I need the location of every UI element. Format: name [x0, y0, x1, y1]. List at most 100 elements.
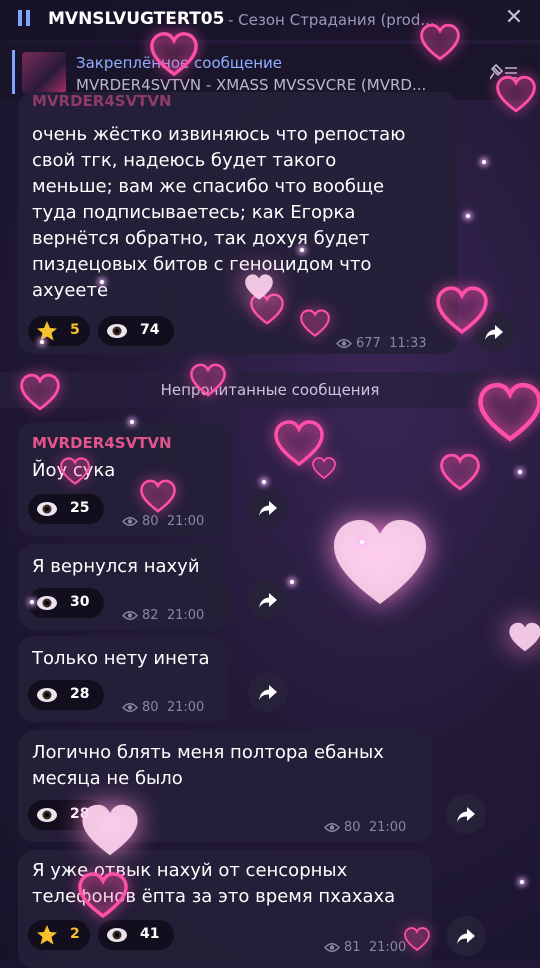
message-text: Я уже отвык нахуй от сенсорных телефонов… — [32, 858, 395, 910]
reaction-count: 28 — [70, 806, 90, 822]
message-line: месяца не было — [32, 768, 183, 789]
eye-emoji-icon — [37, 808, 57, 822]
view-count: 80 — [142, 700, 159, 715]
message-line: Я вернулся нахуй — [32, 556, 200, 577]
message-bubble[interactable]: Логично блять меня полтора ебаных месяца… — [18, 730, 432, 842]
reaction-eye[interactable]: 25 — [28, 494, 104, 524]
heart-decoration-icon — [312, 456, 336, 480]
message-line: вернётся обратно, так дохуя будет — [32, 228, 370, 249]
channel-title[interactable]: MVNSLVUGTERT05 — [48, 9, 224, 29]
message-line: туда подписываетесь; как Егорка — [32, 202, 356, 223]
now-playing-subtitle[interactable]: - Сезон Страдания (prod... — [228, 11, 503, 29]
share-button[interactable] — [474, 312, 514, 352]
message-line: очень жёстко извиняюсь что репостаю — [32, 124, 406, 145]
sparkle-decoration — [482, 160, 486, 164]
heart-decoration-icon — [440, 452, 480, 492]
sparkle-decoration — [100, 280, 104, 284]
views-eye-icon — [336, 339, 352, 348]
share-button[interactable] — [446, 794, 486, 834]
message-bubble[interactable]: Я уже отвык нахуй от сенсорных телефонов… — [18, 850, 432, 968]
close-icon[interactable]: ✕ — [502, 6, 526, 30]
message-time: 21:00 — [166, 514, 205, 529]
reaction-eye[interactable]: 41 — [98, 920, 174, 950]
sparkle-decoration — [360, 540, 364, 544]
sparkle-decoration — [300, 248, 304, 252]
star-emoji-icon — [37, 321, 57, 341]
message-meta: 80 21:00 — [324, 820, 406, 835]
message-bubble[interactable]: MVRDER4SVTVN Йоу сука 25 80 21:00 — [18, 422, 230, 536]
message-line: пиздецовых битов с геноцидом что — [32, 254, 372, 275]
sparkle-decoration — [40, 340, 44, 344]
reaction-count: 5 — [70, 322, 80, 338]
unread-label: Непрочитанные сообщения — [160, 381, 380, 399]
reaction-star[interactable]: 2 — [28, 920, 90, 950]
message-text: Только нету инета — [32, 646, 210, 672]
message-line: ахуеете — [32, 280, 109, 301]
message-sender[interactable]: MVRDER4SVTVN — [32, 92, 172, 106]
reaction-count: 2 — [70, 926, 80, 942]
message-line: Йоу сука — [32, 460, 116, 481]
heart-decoration-icon — [330, 512, 430, 612]
sparkle-decoration — [518, 470, 522, 474]
message-meta: 81 21:00 — [324, 940, 406, 955]
reaction-eye[interactable]: 30 — [28, 588, 104, 618]
message-meta: 80 21:00 — [122, 700, 204, 715]
message-meta: 82 21:00 — [122, 608, 204, 623]
share-arrow-icon — [457, 929, 475, 944]
sparkle-decoration — [520, 880, 524, 884]
message-time: 11:33 — [389, 336, 427, 351]
reaction-eye[interactable]: 28 — [28, 680, 104, 710]
reaction-count: 41 — [140, 926, 160, 942]
message-text: Йоу сука — [32, 458, 115, 484]
view-count: 82 — [142, 608, 159, 623]
eye-emoji-icon — [107, 324, 127, 338]
message-time: 21:00 — [166, 608, 205, 623]
view-count: 81 — [344, 940, 361, 955]
sparkle-decoration — [262, 480, 266, 484]
eye-emoji-icon — [37, 502, 57, 516]
message-meta: 677 11:33 — [336, 336, 427, 351]
sparkle-decoration — [130, 420, 134, 424]
views-eye-icon — [122, 517, 138, 526]
share-button[interactable] — [248, 488, 288, 528]
sparkle-decoration — [290, 580, 294, 584]
pause-icon[interactable] — [18, 10, 30, 26]
message-bubble[interactable]: Только нету инета 28 80 21:00 — [18, 636, 230, 722]
share-button[interactable] — [248, 672, 288, 712]
share-arrow-icon — [259, 593, 277, 608]
share-arrow-icon — [457, 807, 475, 822]
reaction-eye[interactable]: 74 — [98, 316, 174, 346]
view-count: 80 — [142, 514, 159, 529]
message-sender[interactable]: MVRDER4SVTVN — [32, 434, 172, 452]
reaction-star[interactable]: 5 — [28, 316, 90, 346]
reaction-count: 74 — [140, 322, 160, 338]
message-text: очень жёстко извиняюсь что репостаю свой… — [32, 122, 405, 304]
reaction-count: 25 — [70, 500, 90, 516]
pinned-label: Закреплённое сообщение — [76, 54, 283, 72]
message-bubble[interactable]: Я вернулся нахуй 30 82 21:00 — [18, 544, 230, 630]
views-eye-icon — [122, 611, 138, 620]
views-eye-icon — [122, 703, 138, 712]
reaction-eye[interactable]: 28 — [28, 800, 104, 830]
sparkle-decoration — [30, 600, 34, 604]
message-line: телефонов ёпта за это время пхахаха — [32, 886, 396, 907]
pinned-list-icon[interactable] — [490, 62, 518, 84]
eye-emoji-icon — [37, 688, 57, 702]
message-time: 21:00 — [166, 700, 205, 715]
pinned-indicator — [12, 50, 15, 94]
reaction-count: 28 — [70, 686, 90, 702]
sparkle-decoration — [466, 214, 470, 218]
message-bubble[interactable]: MVRDER4SVTVN очень жёстко извиняюсь что … — [18, 92, 458, 354]
message-line: свой тгк, надеюсь будет такого — [32, 150, 337, 171]
message-time: 21:00 — [368, 940, 407, 955]
message-time: 21:00 — [368, 820, 407, 835]
pinned-thumbnail — [22, 52, 66, 94]
share-arrow-icon — [259, 501, 277, 516]
message-line: Только нету инета — [32, 648, 210, 669]
message-line: Логично блять меня полтора ебаных — [32, 742, 384, 763]
top-bar: MVNSLVUGTERT05 - Сезон Страдания (prod..… — [0, 0, 540, 40]
share-button[interactable] — [446, 916, 486, 956]
message-text: Я вернулся нахуй — [32, 554, 200, 580]
eye-emoji-icon — [107, 928, 127, 942]
share-button[interactable] — [248, 580, 288, 620]
